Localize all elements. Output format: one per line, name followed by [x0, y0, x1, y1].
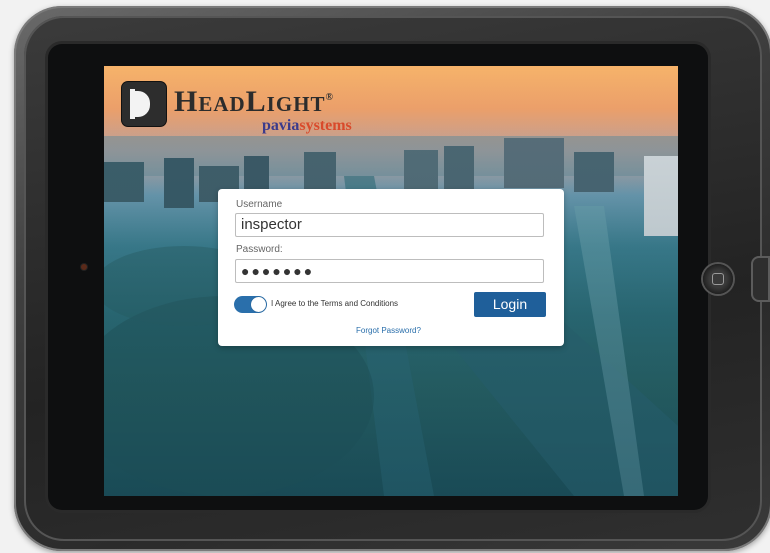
home-button-icon[interactable] [703, 264, 733, 294]
password-input[interactable]: ●●●●●●● [235, 259, 544, 283]
logo-title-text: HeadLight [174, 85, 326, 118]
login-button[interactable]: Login [474, 292, 546, 317]
forgot-password-link[interactable]: Forgot Password? [356, 326, 421, 335]
password-label: Password: [236, 244, 283, 255]
login-panel: Username inspector Password: ●●●●●●● I A… [218, 189, 564, 346]
camera-icon [81, 264, 87, 270]
side-button[interactable] [751, 256, 770, 302]
terms-toggle[interactable] [234, 296, 267, 313]
logo-subtitle-systems: systems [299, 117, 352, 134]
toggle-knob [251, 297, 266, 312]
terms-label[interactable]: I Agree to the Terms and Conditions [271, 299, 398, 308]
headlight-logo-mark-icon [122, 82, 166, 126]
logo-subtitle: paviasystems [262, 118, 352, 134]
app-screen: HeadLight® paviasystems Username inspect… [104, 66, 678, 496]
username-label: Username [236, 199, 283, 210]
logo-title: HeadLight® [174, 82, 352, 118]
username-input[interactable]: inspector [235, 213, 544, 237]
registered-mark: ® [325, 92, 335, 103]
logo-text: HeadLight® paviasystems [174, 82, 352, 134]
headlight-logo: HeadLight® paviasystems [122, 82, 352, 134]
logo-subtitle-pavia: pavia [262, 117, 300, 134]
